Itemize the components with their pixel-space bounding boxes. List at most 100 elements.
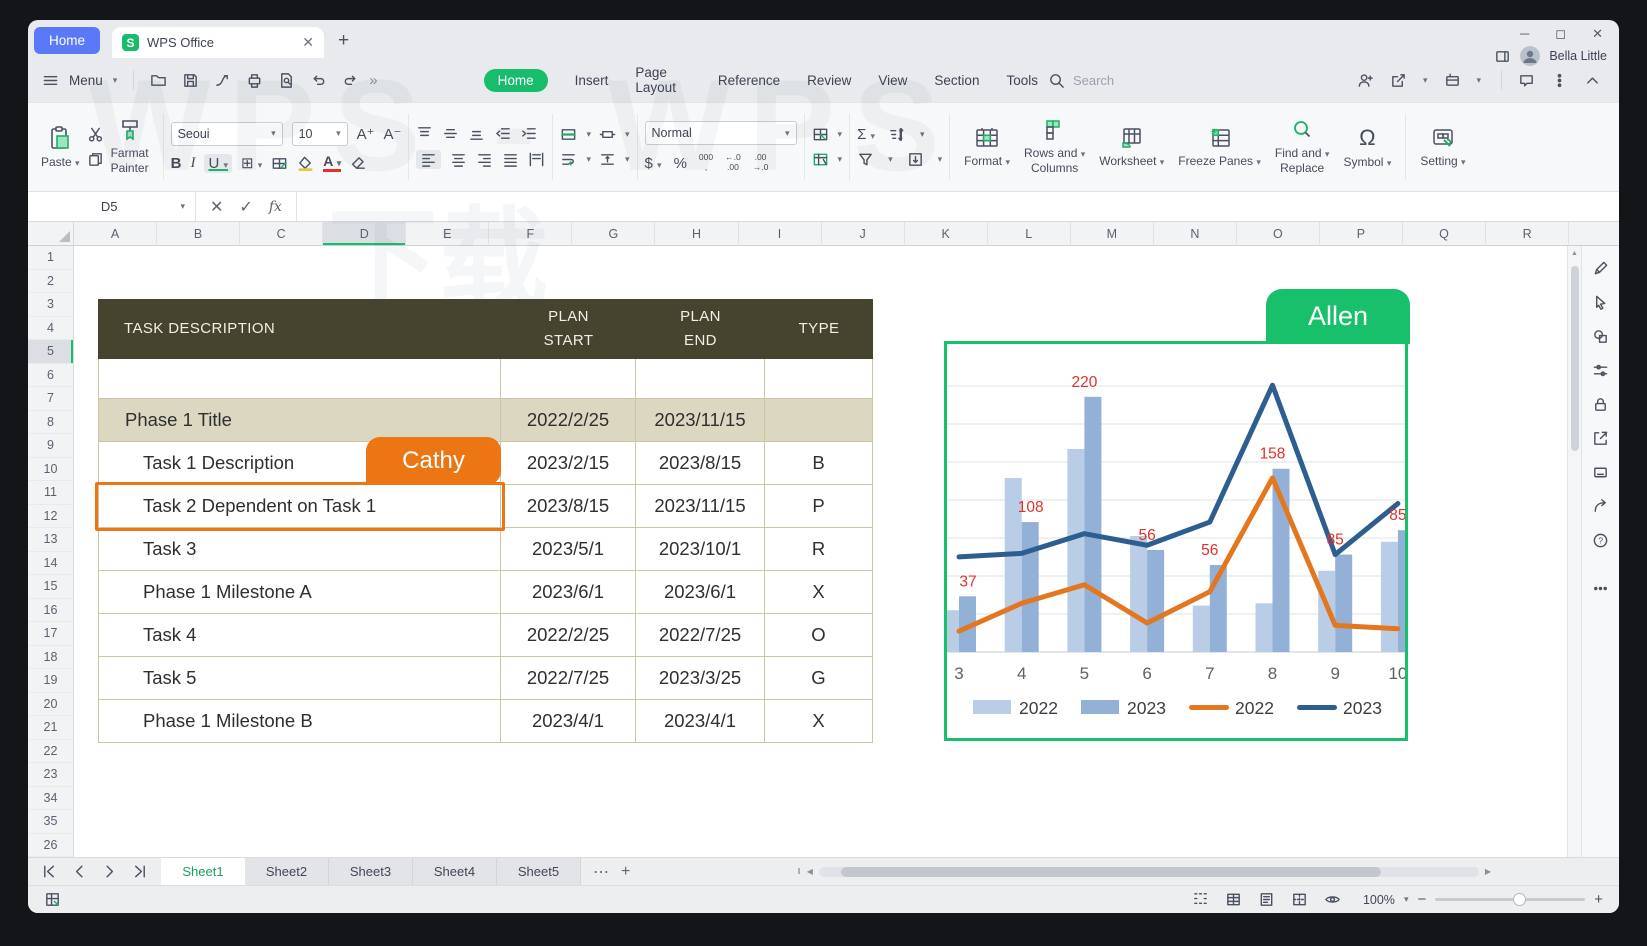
open-icon[interactable] bbox=[150, 72, 167, 89]
scroll-split-handle[interactable]: ‖ bbox=[797, 867, 800, 876]
cell-style-select[interactable]: Normal▾ bbox=[645, 121, 797, 145]
cell[interactable]: X bbox=[765, 700, 873, 742]
italic-button[interactable]: I bbox=[190, 155, 195, 172]
font-color-icon[interactable]: A ▾ bbox=[323, 154, 341, 172]
decrease-font-icon[interactable]: A⁻ bbox=[384, 125, 402, 143]
symbol-button[interactable]: Ω Symbol ▾ bbox=[1336, 123, 1398, 172]
page-layout-view-icon[interactable] bbox=[1258, 891, 1275, 908]
eraser-icon[interactable] bbox=[350, 155, 367, 172]
more-tools-icon[interactable]: » bbox=[369, 72, 377, 89]
undo-icon[interactable] bbox=[310, 72, 327, 89]
increase-decimal-icon[interactable]: ←.0.00 bbox=[725, 153, 741, 173]
zoom-in-icon[interactable]: + bbox=[1594, 891, 1603, 908]
cut-icon[interactable] bbox=[87, 126, 104, 143]
row-header-16[interactable]: 16 bbox=[28, 599, 74, 623]
column-header-O[interactable]: O bbox=[1237, 222, 1320, 246]
sheet-tab-sheet3[interactable]: Sheet3 bbox=[329, 858, 413, 885]
row-header-4[interactable]: 4 bbox=[28, 317, 74, 341]
cancel-entry-icon[interactable]: ✕ bbox=[210, 197, 223, 217]
row-header-1[interactable]: 1 bbox=[28, 246, 74, 270]
embedded-chart[interactable]: 3710822056561588585345678910202220232022… bbox=[944, 341, 1408, 741]
selection-mode-icon[interactable] bbox=[1192, 891, 1209, 908]
column-header-K[interactable]: K bbox=[905, 222, 988, 246]
cell[interactable] bbox=[98, 359, 501, 398]
chevron-down-icon[interactable]: ▾ bbox=[1404, 894, 1409, 905]
row-header-15[interactable]: 15 bbox=[28, 575, 74, 599]
first-sheet-icon[interactable] bbox=[41, 863, 58, 880]
cell[interactable]: 2023/8/15 bbox=[501, 485, 636, 527]
cell[interactable]: Task 4 bbox=[98, 614, 501, 656]
wrap-text-icon[interactable] bbox=[560, 151, 577, 168]
font-size-select[interactable]: 10▾ bbox=[292, 122, 348, 146]
align-middle-icon[interactable] bbox=[442, 125, 459, 142]
row-header-7[interactable]: 7 bbox=[28, 387, 74, 411]
conditional-format-icon[interactable] bbox=[812, 126, 829, 143]
align-justify-icon[interactable] bbox=[502, 151, 519, 168]
shapes-icon[interactable] bbox=[1592, 328, 1609, 345]
cell[interactable]: P bbox=[765, 485, 873, 527]
print-icon[interactable] bbox=[246, 72, 263, 89]
align-left-icon[interactable] bbox=[416, 150, 441, 169]
cell[interactable]: X bbox=[765, 571, 873, 613]
column-header-D[interactable]: D bbox=[323, 222, 406, 246]
underline-button[interactable]: U ▾ bbox=[204, 154, 232, 173]
decrease-decimal-icon[interactable]: .00→.0 bbox=[753, 153, 769, 173]
row-header-19[interactable]: 19 bbox=[28, 669, 74, 693]
horizontal-scroll-thumb[interactable] bbox=[841, 867, 1381, 877]
percent-format-icon[interactable]: % bbox=[674, 155, 687, 172]
column-header-A[interactable]: A bbox=[74, 222, 157, 246]
column-header-L[interactable]: L bbox=[988, 222, 1071, 246]
align-top-icon[interactable] bbox=[416, 125, 433, 142]
row-header-3[interactable]: 3 bbox=[28, 293, 74, 317]
column-header-N[interactable]: N bbox=[1154, 222, 1237, 246]
menu-tab-insert[interactable]: Insert bbox=[575, 73, 609, 88]
format-painter-button[interactable]: FarmatPainter bbox=[104, 116, 156, 178]
row-header-26[interactable]: 26 bbox=[28, 834, 74, 858]
person-add-icon[interactable] bbox=[1357, 72, 1374, 89]
cell[interactable]: 2023/6/1 bbox=[501, 571, 636, 613]
menu-tab-view[interactable]: View bbox=[878, 73, 907, 88]
column-header-C[interactable]: C bbox=[240, 222, 323, 246]
sheet-tab-sheet4[interactable]: Sheet4 bbox=[413, 858, 497, 885]
sheet-list-icon[interactable]: ⋯ bbox=[593, 862, 609, 882]
horizontal-scrollbar[interactable]: ‖ ◀ ▶ bbox=[797, 858, 1619, 885]
filter-icon[interactable] bbox=[857, 151, 874, 168]
collapse-ribbon-icon[interactable] bbox=[1584, 72, 1601, 89]
minimize-icon[interactable]: ─ bbox=[1520, 26, 1529, 42]
save-icon[interactable] bbox=[182, 72, 199, 89]
hamburger-icon[interactable] bbox=[42, 72, 59, 89]
find-and-replace-button[interactable]: Find and ▾Replace bbox=[1268, 116, 1337, 178]
row-header-8[interactable]: 8 bbox=[28, 411, 74, 435]
lock-icon[interactable] bbox=[1592, 396, 1609, 413]
select-all-corner[interactable] bbox=[28, 222, 74, 246]
menu-tab-review[interactable]: Review bbox=[807, 73, 851, 88]
column-header-M[interactable]: M bbox=[1071, 222, 1154, 246]
search-box[interactable]: Search bbox=[1048, 72, 1347, 89]
row-header-34[interactable]: 34 bbox=[28, 787, 74, 811]
table-style-icon[interactable] bbox=[812, 151, 829, 168]
row-header-18[interactable]: 18 bbox=[28, 646, 74, 670]
menu-button[interactable]: Menu bbox=[69, 73, 103, 88]
menu-tab-section[interactable]: Section bbox=[934, 73, 979, 88]
bold-button[interactable]: B bbox=[171, 155, 182, 172]
document-tab[interactable]: S WPS Office ✕ bbox=[112, 27, 324, 58]
thousands-separator-icon[interactable]: 000, bbox=[699, 153, 713, 173]
freeze-panes-button[interactable]: ✳ Freeze Panes ▾ bbox=[1171, 124, 1268, 171]
row-header-14[interactable]: 14 bbox=[28, 552, 74, 576]
column-header-J[interactable]: J bbox=[822, 222, 905, 246]
cell[interactable] bbox=[501, 359, 636, 398]
format-button[interactable]: Format ▾ bbox=[957, 124, 1017, 171]
sheet-tab-sheet2[interactable]: Sheet2 bbox=[245, 858, 329, 885]
setting-button[interactable]: Setting ▾ bbox=[1413, 124, 1472, 171]
column-header-F[interactable]: F bbox=[489, 222, 572, 246]
close-tab-icon[interactable]: ✕ bbox=[302, 34, 314, 51]
row-header-11[interactable]: 11 bbox=[28, 481, 74, 505]
avatar[interactable] bbox=[1520, 46, 1540, 66]
decrease-indent-icon[interactable] bbox=[494, 125, 511, 142]
zoom-slider[interactable] bbox=[1435, 898, 1585, 901]
cell[interactable]: 2022/2/25 bbox=[501, 399, 636, 441]
sort-icon[interactable] bbox=[889, 126, 906, 143]
export-arrow-icon[interactable] bbox=[1592, 430, 1609, 447]
row-header-6[interactable]: 6 bbox=[28, 364, 74, 388]
cell[interactable]: 2023/2/15 bbox=[501, 442, 636, 484]
